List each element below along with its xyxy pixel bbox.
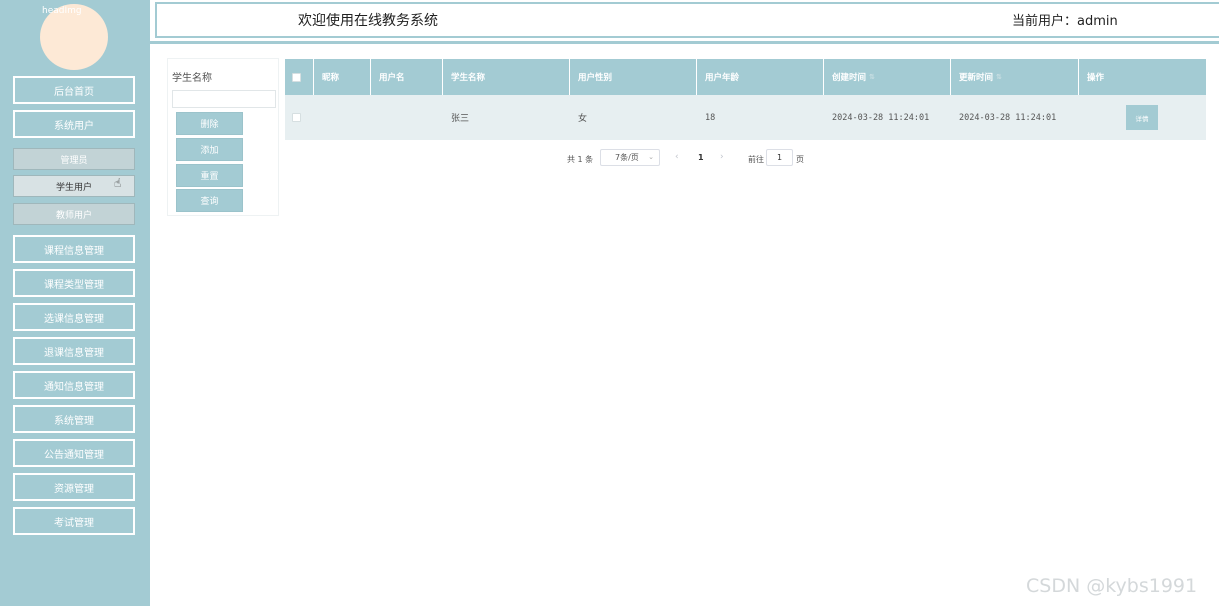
column-header-username[interactable]: 用户名 <box>371 59 443 95</box>
next-page-icon[interactable]: › <box>720 152 724 162</box>
page-size-select[interactable]: 7条/页 ⌄ <box>600 149 660 166</box>
cell-username <box>371 95 443 140</box>
sidebar-item-course-type[interactable]: 课程类型管理 <box>13 269 135 297</box>
watermark: CSDN @kybs1991 <box>1026 575 1198 597</box>
sort-icon[interactable]: ⇅ <box>869 73 875 81</box>
table-row: 张三 女 18 2024-03-28 11:24:01 2024-03-28 1… <box>285 95 1206 140</box>
cell-gender: 女 <box>578 114 588 124</box>
goto-page-input[interactable]: 1 <box>766 149 793 166</box>
sidebar-item-home[interactable]: 后台首页 <box>13 76 135 104</box>
student-name-input[interactable] <box>172 90 276 108</box>
select-all-checkbox[interactable] <box>292 73 301 82</box>
cell-nickname <box>314 95 371 140</box>
avatar-alt-text: headImg <box>42 6 82 16</box>
app-window: headImg 后台首页 系统用户 管理员 学生用户 教师用户 ☝ 课程信息管理… <box>0 0 1219 606</box>
column-header-nickname[interactable]: 昵称 <box>314 59 371 95</box>
sidebar-item-announcement[interactable]: 公告通知管理 <box>13 439 135 467</box>
sidebar-item-course-withdraw[interactable]: 退课信息管理 <box>13 337 135 365</box>
cell-age: 18 <box>705 112 716 123</box>
pointer-cursor-icon: ☝ <box>114 176 122 190</box>
goto-label: 前往 <box>748 155 764 164</box>
cell-student-name: 张三 <box>451 114 470 124</box>
detail-button[interactable]: 详情 <box>1126 105 1158 130</box>
page-title: 欢迎使用在线教务系统 <box>298 13 438 29</box>
row-checkbox[interactable] <box>292 113 301 122</box>
page-suffix: 页 <box>796 155 804 164</box>
pagination: 共 1 条 7条/页 ⌄ ‹ 1 › 前往 1 页 <box>0 148 1219 170</box>
column-header-age[interactable]: 用户年龄 <box>697 59 824 95</box>
chevron-down-icon: ⌄ <box>648 153 654 161</box>
search-label: 学生名称 <box>172 73 212 84</box>
column-header-created[interactable]: 创建时间 ⇅ <box>824 59 951 95</box>
sidebar-item-exam[interactable]: 考试管理 <box>13 507 135 535</box>
column-header-gender[interactable]: 用户性别 <box>570 59 697 95</box>
column-header-updated[interactable]: 更新时间 ⇅ <box>951 59 1079 95</box>
header: 欢迎使用在线教务系统 当前用户：admin <box>150 0 1219 44</box>
prev-page-icon[interactable]: ‹ <box>675 152 679 162</box>
current-user: 当前用户：admin <box>1012 14 1118 29</box>
pagination-total: 共 1 条 <box>567 155 594 164</box>
cell-updated: 2024-03-28 11:24:01 <box>959 112 1057 123</box>
page-number-current[interactable]: 1 <box>698 153 704 162</box>
query-button[interactable]: 查询 <box>176 189 243 212</box>
sidebar-item-system-users[interactable]: 系统用户 <box>13 110 135 138</box>
sidebar-item-notification[interactable]: 通知信息管理 <box>13 371 135 399</box>
table-header: 昵称 用户名 学生名称 用户性别 用户年龄 创建时间 ⇅ 更新时间 ⇅ 操作 <box>285 59 1206 95</box>
sort-icon[interactable]: ⇅ <box>996 73 1002 81</box>
column-header-action: 操作 <box>1087 73 1105 83</box>
sidebar-item-resources[interactable]: 资源管理 <box>13 473 135 501</box>
sidebar-subitem-teacher-users[interactable]: 教师用户 <box>13 203 135 225</box>
cell-created: 2024-03-28 11:24:01 <box>832 112 930 123</box>
sidebar: headImg 后台首页 系统用户 管理员 学生用户 教师用户 ☝ 课程信息管理… <box>0 0 150 606</box>
delete-button[interactable]: 删除 <box>176 112 243 135</box>
sidebar-item-course-info[interactable]: 课程信息管理 <box>13 235 135 263</box>
header-select-all <box>285 59 314 95</box>
sidebar-item-system-manage[interactable]: 系统管理 <box>13 405 135 433</box>
column-header-student-name[interactable]: 学生名称 <box>443 59 570 95</box>
sidebar-item-course-selection[interactable]: 选课信息管理 <box>13 303 135 331</box>
search-panel: 学生名称 删除 添加 重置 查询 <box>167 58 279 216</box>
